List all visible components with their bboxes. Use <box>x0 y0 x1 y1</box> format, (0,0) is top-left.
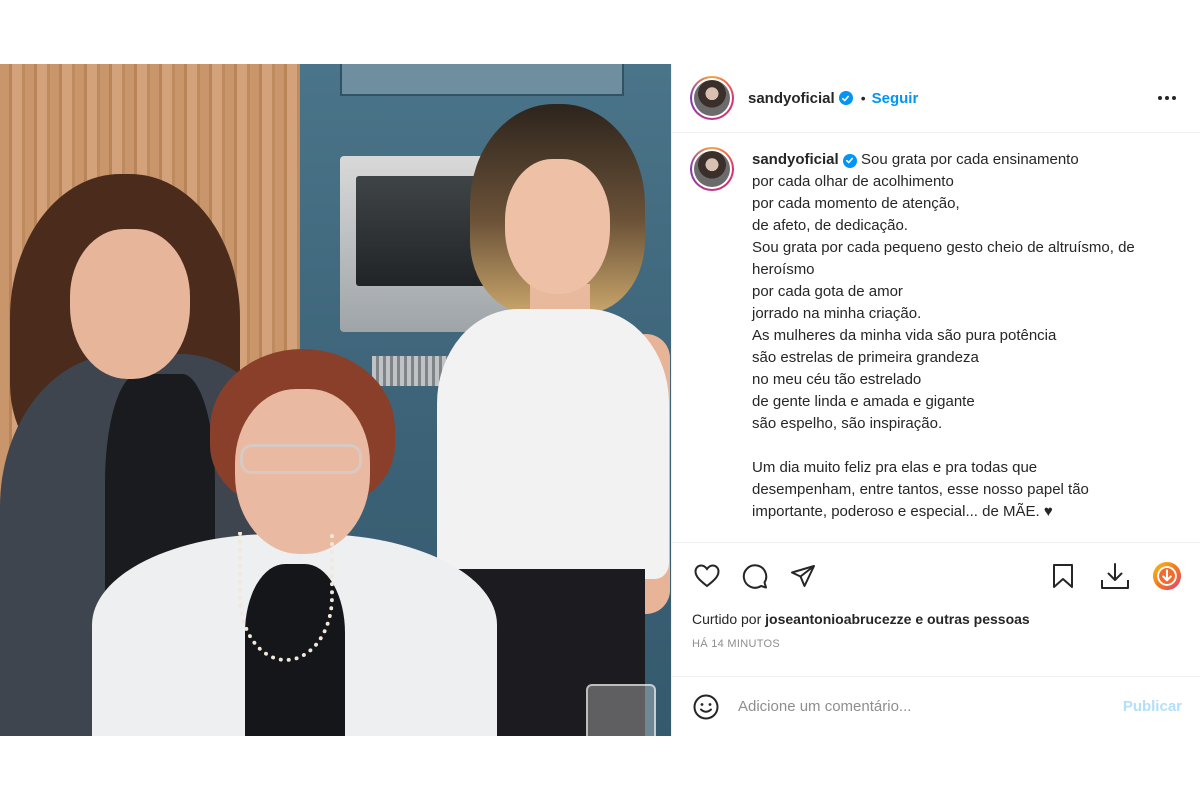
caption-avatar-image <box>694 151 730 187</box>
download-icon[interactable] <box>1100 561 1130 591</box>
photo-person-left-face <box>70 229 190 379</box>
caption-area: sandyoficial Sou grata por cada ensiname… <box>672 133 1200 543</box>
header-separator: • <box>860 90 866 106</box>
photo-person-center-necklace <box>238 532 334 662</box>
photo-person-right-face <box>505 159 610 294</box>
caption-username[interactable]: sandyoficial <box>752 151 839 168</box>
follow-button[interactable]: Seguir <box>872 90 919 107</box>
post-header: sandyoficial • Seguir <box>672 64 1200 133</box>
caption-line: são estrelas de primeira grandeza <box>752 349 979 366</box>
photo-cabinet-top <box>340 64 624 96</box>
post-timestamp[interactable]: HÁ 14 MINUTOS <box>672 638 1200 650</box>
caption-gap <box>752 435 1184 457</box>
caption-line: de afeto, de dedicação. <box>752 217 908 234</box>
caption-verified-badge-icon <box>842 153 857 168</box>
emoji-icon[interactable] <box>692 693 720 721</box>
caption-line: por cada momento de atenção, <box>752 195 960 212</box>
caption-text: Sou grata por cada ensinamento <box>861 151 1079 168</box>
caption-line: por cada gota de amor <box>752 283 903 300</box>
extension-icon[interactable] <box>1152 561 1182 591</box>
avatar-image <box>694 80 730 116</box>
photo-glass-cup <box>586 684 656 736</box>
caption-line: Sou grata por cada pequeno gesto cheio d… <box>752 239 1135 256</box>
likes-summary: Curtido por joseantonioabrucezze e outra… <box>672 611 1200 627</box>
caption-line-1: sandyoficial Sou grata por cada ensiname… <box>752 149 1184 171</box>
caption-line: desempenham, entre tantos, esse nosso pa… <box>752 481 1089 498</box>
likes-user-link[interactable]: joseantonioabrucezze <box>765 611 911 627</box>
post-caption: sandyoficial Sou grata por cada ensiname… <box>752 149 1184 542</box>
bookmark-icon[interactable] <box>1048 561 1078 591</box>
share-icon[interactable] <box>788 561 818 591</box>
post-photo[interactable] <box>0 64 671 736</box>
caption-avatar[interactable] <box>690 147 734 191</box>
verified-badge-icon <box>838 91 853 105</box>
header-username[interactable]: sandyoficial <box>748 90 835 107</box>
caption-line: heroísmo <box>752 261 815 278</box>
comment-input[interactable] <box>736 697 1123 716</box>
caption-line: no meu céu tão estrelado <box>752 371 922 388</box>
instagram-post: sandyoficial • Seguir sandyoficial Sou g… <box>0 64 1200 736</box>
photo-person-right-top <box>437 309 669 579</box>
heart-icon[interactable] <box>692 561 722 591</box>
action-bar <box>672 543 1200 609</box>
photo-person-center-glasses <box>240 444 362 474</box>
likes-others-link[interactable]: e outras pessoas <box>915 611 1029 627</box>
caption-line: são espelho, são inspiração. <box>752 415 943 432</box>
likes-prefix: Curtido por <box>692 611 762 627</box>
publish-button[interactable]: Publicar <box>1123 698 1182 715</box>
caption-line: As mulheres da minha vida são pura potên… <box>752 327 1057 344</box>
caption-line: Um dia muito feliz pra elas e pra todas … <box>752 459 1038 476</box>
caption-line: por cada olhar de acolhimento <box>752 173 954 190</box>
caption-line: jorrado na minha criação. <box>752 305 922 322</box>
comment-icon[interactable] <box>740 561 770 591</box>
caption-line: importante, poderoso e especial... de MÃ… <box>752 503 1053 520</box>
caption-line: de gente linda e amada e gigante <box>752 393 975 410</box>
post-side-panel: sandyoficial • Seguir sandyoficial Sou g… <box>671 64 1200 736</box>
avatar[interactable] <box>690 76 734 120</box>
comment-bar: Publicar <box>672 676 1200 736</box>
more-options-icon[interactable] <box>1150 88 1184 108</box>
